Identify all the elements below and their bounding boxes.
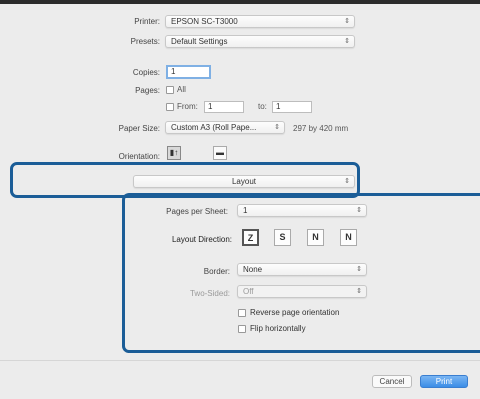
orientation-label: Orientation: [118,152,160,161]
chevron-updown-icon: ⇕ [344,18,350,25]
presets-label: Presets: [130,37,160,46]
layout-direction-s-button[interactable]: S [274,229,291,246]
chevron-updown-icon: ⇕ [274,124,280,131]
presets-value: Default Settings [171,37,228,46]
pages-per-sheet-label: Pages per Sheet: [166,207,228,216]
pages-from-radio[interactable] [166,103,174,111]
printer-value: EPSON SC-T3000 [171,17,238,26]
copies-value: 1 [171,67,176,76]
printer-popup[interactable]: EPSON SC-T3000 ⇕ [165,15,355,28]
copies-field[interactable]: 1 [166,65,211,79]
chevron-updown-icon: ⇕ [356,207,362,214]
paper-size-dims: 297 by 420 mm [293,124,349,133]
pages-to-label: to: [258,102,267,111]
pages-per-sheet-popup[interactable]: 1 ⇕ [237,204,367,217]
layout-direction-label: Layout Direction: [171,235,232,244]
two-sided-label: Two-Sided: [189,289,230,298]
layout-direction-n-button[interactable]: N [307,229,324,246]
pages-from-field[interactable]: 1 [204,101,244,113]
pages-label: Pages: [135,86,160,95]
layout-direction-z-button[interactable]: Z [242,229,259,246]
border-popup[interactable]: None ⇕ [237,263,367,276]
pages-to-field[interactable]: 1 [272,101,312,113]
reverse-orientation-checkbox[interactable] [238,309,246,317]
chevron-updown-icon: ⇕ [344,38,350,45]
section-value: Layout [231,177,257,186]
two-sided-popup[interactable]: Off ⇕ [237,285,367,298]
pages-from-value: 1 [208,102,213,111]
orientation-landscape-button[interactable]: ▬ [213,146,227,160]
layout-direction-n2-button[interactable]: N [340,229,357,246]
flip-horizontally-checkbox[interactable] [238,325,246,333]
presets-popup[interactable]: Default Settings ⇕ [165,35,355,48]
window-title-bar [0,0,480,4]
two-sided-value: Off [243,287,254,296]
paper-size-popup[interactable]: Custom A3 (Roll Pape... ⇕ [165,121,285,134]
paper-size-label: Paper Size: [118,124,160,133]
reverse-orientation-label: Reverse page orientation [250,308,340,317]
pages-all-radio[interactable] [166,86,174,94]
section-popup[interactable]: Layout ⇕ [133,175,355,188]
border-value: None [243,265,263,274]
cancel-button[interactable]: Cancel [372,375,412,388]
flip-horizontally-label: Flip horizontally [250,324,306,333]
footer-divider [0,360,480,361]
border-label: Border: [203,267,230,276]
copies-label: Copies: [132,68,160,77]
orientation-portrait-button[interactable]: ▮↑ [167,146,181,160]
print-dialog: Printer: EPSON SC-T3000 ⇕ Presets: Defau… [0,0,480,399]
chevron-updown-icon: ⇕ [356,288,362,295]
printer-label: Printer: [134,17,160,26]
pages-to-value: 1 [276,102,281,111]
pages-from-label: From: [177,102,198,111]
paper-size-value: Custom A3 (Roll Pape... [171,123,257,132]
pages-all-label: All [177,85,186,94]
chevron-updown-icon: ⇕ [356,266,362,273]
print-button[interactable]: Print [420,375,468,388]
chevron-updown-icon: ⇕ [344,178,350,185]
pages-per-sheet-value: 1 [243,206,248,215]
